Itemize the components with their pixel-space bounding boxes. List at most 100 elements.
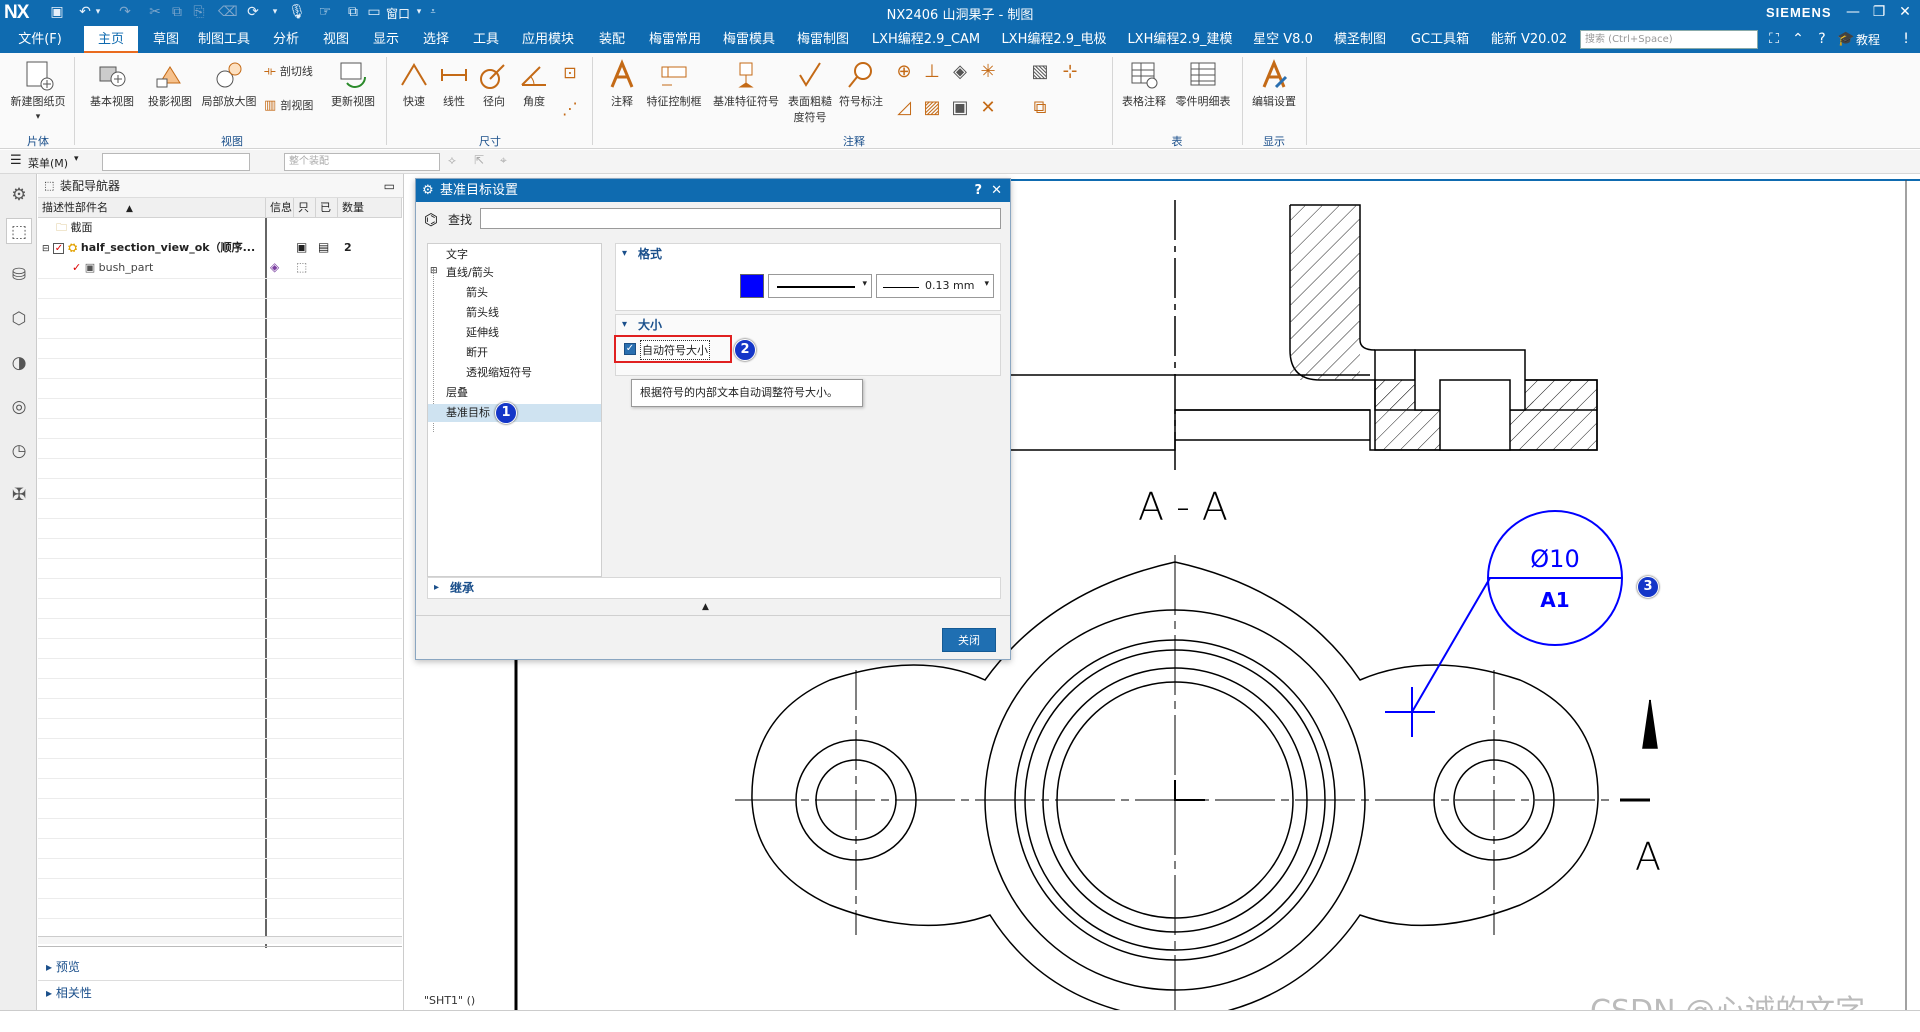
image-button[interactable]: ▧ (1028, 61, 1052, 82)
fullscreen-icon[interactable]: ⛶ (1764, 30, 1784, 49)
menu-icon[interactable]: ☰ (10, 153, 22, 168)
line-width-select[interactable]: 0.13 mm ▾ (876, 274, 994, 298)
parts-list-button[interactable]: 零件明细表 (1172, 59, 1234, 109)
constraint-navigator-icon[interactable]: ⛁ (6, 262, 32, 288)
assembly-scope-combo[interactable]: 整个装配 (284, 153, 440, 171)
angular-dimension-button[interactable]: 角度 (514, 59, 554, 109)
column-header-modified[interactable]: 已 (316, 198, 338, 218)
section-view-button[interactable]: ▥ 剖视图 (264, 97, 313, 113)
tab-select[interactable]: 选择 (414, 26, 458, 53)
part-navigator-icon[interactable]: ⬡ (6, 306, 32, 332)
settings-icon[interactable]: ⚙ (6, 182, 32, 208)
tab-lxh-cam[interactable]: LXH编程2.9_CAM (866, 26, 986, 53)
close-dialog-icon[interactable]: ✕ (991, 179, 1002, 202)
tutorial-icon[interactable]: 🎓 (1836, 30, 1856, 49)
tree-row-sections[interactable]: 🗀 截面 (56, 218, 93, 238)
chamfer-dimension-button[interactable]: ⋰ (558, 99, 582, 118)
quick-dimension-button[interactable]: 快速 (394, 59, 434, 109)
detail-view-button[interactable]: 局部放大图 (196, 59, 262, 109)
undo-dropdown-icon[interactable]: ▾ (93, 3, 103, 21)
snap-icon[interactable]: ⟡ (448, 153, 456, 168)
save-icon[interactable]: ▣ (48, 3, 66, 21)
auto-symbol-size-checkbox[interactable]: ✓ (624, 343, 636, 355)
undo-icon[interactable]: ↶ (76, 3, 94, 21)
note-button[interactable]: 注释 (602, 59, 642, 109)
find-input[interactable] (480, 208, 1001, 229)
customize-quick-access-icon[interactable]: ⩡ (428, 3, 438, 21)
collapse-dialog-icon[interactable]: ▲ (702, 602, 709, 612)
tab-xingkong[interactable]: 星空 V8.0 (1248, 26, 1318, 53)
window-menu[interactable]: 窗口 (386, 5, 410, 22)
web-browser-icon[interactable]: ◎ (6, 394, 32, 420)
tutorial-link[interactable]: 教程 (1856, 31, 1880, 48)
datum-target-button[interactable]: ◿ (892, 97, 916, 118)
column-header-quantity[interactable]: 数量 (338, 198, 402, 218)
tab-tools[interactable]: 工具 (464, 26, 508, 53)
restore-icon[interactable]: ❐ (1868, 2, 1890, 22)
new-sheet-button[interactable]: 新建图纸页 ▾ (6, 59, 70, 122)
tab-application[interactable]: 应用模块 (516, 26, 580, 53)
tab-file[interactable]: 文件(F) (8, 26, 72, 53)
projected-view-button[interactable]: 投影视图 (142, 59, 198, 109)
table-note-button[interactable]: 表格注释 (1118, 59, 1170, 109)
radial-dimension-button[interactable]: 径向 (474, 59, 514, 109)
area-fill-button[interactable]: ▣ (948, 97, 972, 118)
column-header-info[interactable]: 信息 (266, 198, 294, 218)
delete-icon[interactable]: ⌫ (218, 3, 238, 21)
offset-center-point-button[interactable]: ⊹ (1058, 61, 1082, 82)
linear-dimension-button[interactable]: 线性 (434, 59, 474, 109)
paste-icon[interactable]: ⎘ (190, 3, 208, 21)
tree-item-stacking[interactable]: 层叠 (446, 384, 468, 402)
tree-item-arrow[interactable]: 箭头 (466, 284, 488, 302)
close-window-icon[interactable]: ✕ (1894, 2, 1916, 22)
tab-mosheng-drafting[interactable]: 模圣制图 (1328, 26, 1392, 53)
menu-button[interactable]: 菜单(M) (28, 155, 68, 171)
tab-meilei-drafting[interactable]: 梅雷制图 (788, 26, 858, 53)
tab-lxh-modeling[interactable]: LXH编程2.9_建模 (1122, 26, 1238, 53)
section-line-button[interactable]: ⟛ 剖切线 (264, 63, 313, 79)
centerline-button[interactable]: ✳ (976, 61, 1000, 82)
microphone-icon[interactable]: 🎙 (288, 3, 306, 21)
tab-display[interactable]: 显示 (364, 26, 408, 53)
column-header-name[interactable]: 描述性部件名 ▲ (38, 198, 266, 218)
history-icon[interactable]: ◷ (6, 438, 32, 464)
redo-icon[interactable]: ↷ (116, 3, 134, 21)
ordinate-dimension-button[interactable]: ⊡ (558, 63, 582, 82)
menu-dropdown-icon[interactable]: ▾ (74, 154, 79, 164)
copy-icon[interactable]: ⧉ (168, 3, 186, 21)
window-menu-icon[interactable]: ▭ (365, 3, 383, 21)
tab-meilei-mold[interactable]: 梅雷模具 (714, 26, 784, 53)
tab-lxh-electrode[interactable]: LXH编程2.9_电极 (996, 26, 1112, 53)
tree-item-arrow-line[interactable]: 箭头线 (466, 304, 499, 322)
tree-item-extension-line[interactable]: 延伸线 (466, 324, 499, 342)
crosshatch-boundary-button[interactable]: ✕ (976, 97, 1000, 118)
surface-finish-button[interactable]: 表面粗糙 度符号 (784, 59, 836, 125)
close-button[interactable]: 关闭 (942, 628, 996, 652)
maximize-panel-icon[interactable]: ▭ (384, 174, 395, 198)
edit-settings-button[interactable]: 编辑设置 (1248, 59, 1300, 109)
tab-gc-toolbox[interactable]: GC工具箱 (1402, 26, 1478, 53)
collapse-icon[interactable]: ⊟ (430, 266, 438, 276)
symbol-note-button[interactable]: 符号标注 (836, 59, 886, 109)
tab-meilei-common[interactable]: 梅雷常用 (640, 26, 710, 53)
datum-feature-symbol-button[interactable]: 基准特征符号 (708, 59, 784, 109)
format-section-header[interactable]: ▾ 格式 (616, 244, 1000, 264)
assembly-navigator-icon[interactable]: ⬚ (6, 218, 32, 244)
color-swatch[interactable] (740, 274, 764, 298)
collapse-ribbon-icon[interactable]: ⌃ (1788, 30, 1808, 49)
select-cursor-icon[interactable]: ⇱ (474, 153, 484, 167)
window-menu-dropdown-icon[interactable]: ▾ (414, 3, 424, 21)
auto-symbol-size-label[interactable]: 自动符号大小 (640, 340, 710, 360)
repeat-dropdown-icon[interactable]: ▾ (270, 3, 280, 21)
base-view-button[interactable]: 基本视图 (84, 59, 140, 109)
minimize-icon[interactable]: — (1842, 2, 1864, 22)
tab-sketch[interactable]: 草图 (144, 26, 188, 53)
help-button[interactable]: ? (974, 179, 982, 202)
tab-analysis[interactable]: 分析 (264, 26, 308, 53)
tab-assembly[interactable]: 装配 (590, 26, 634, 53)
weld-symbol-button[interactable]: ◈ (948, 61, 972, 82)
repeat-command-icon[interactable]: ⟳ (244, 3, 262, 21)
help-icon[interactable]: ? (1812, 30, 1832, 49)
intersection-symbol-button[interactable]: ⊥ (920, 61, 944, 82)
type-filter-combo[interactable] (102, 153, 250, 171)
